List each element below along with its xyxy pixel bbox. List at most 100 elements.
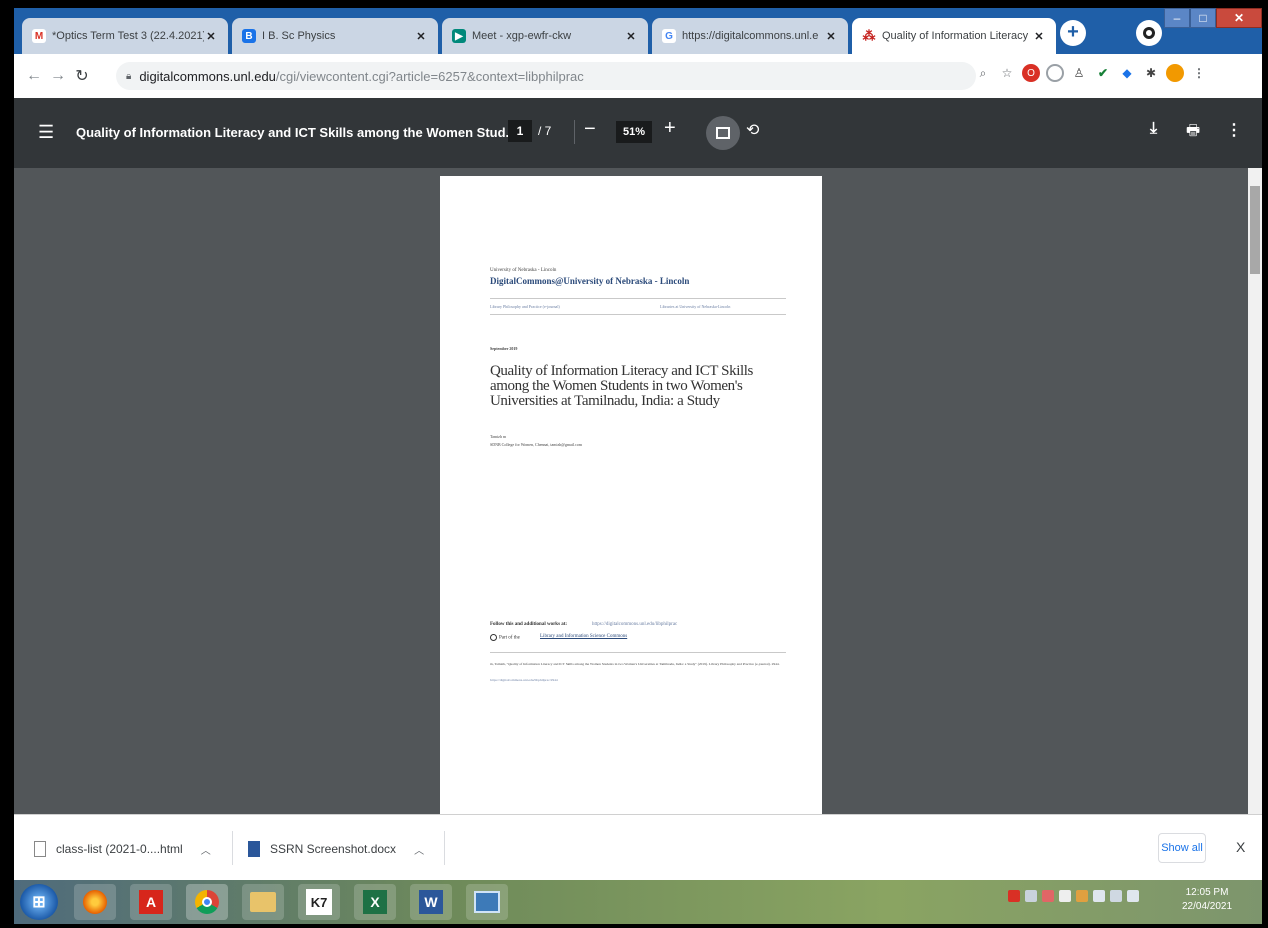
address-bar[interactable]: 🔒︎ digitalcommons.unl.edu/cgi/viewconten…: [116, 62, 976, 90]
tab-title: Quality of Information Literacy: [882, 30, 1029, 42]
author-affiliation: SDNB College for Women, Chennai, tamizh@…: [490, 442, 582, 447]
k7-tray-icon[interactable]: [1025, 890, 1037, 902]
scrollbar[interactable]: [1248, 168, 1262, 814]
window-close-button[interactable]: ✕: [1216, 8, 1262, 28]
zoom-icon[interactable]: ⌕: [974, 64, 992, 82]
divider: [444, 831, 445, 865]
folder-icon: [250, 892, 276, 912]
tab-active-pdf[interactable]: ⁂ Quality of Information Literacy ✕: [852, 18, 1056, 54]
fit-to-page-button[interactable]: [706, 116, 740, 150]
reload-icon[interactable]: ↻: [70, 66, 94, 86]
fit-page-icon: [716, 127, 730, 139]
profile-icon: [1143, 27, 1155, 39]
repository-name: DigitalCommons@University of Nebraska - …: [490, 276, 690, 286]
acrobat-button[interactable]: A: [130, 884, 172, 920]
download-item[interactable]: class-list (2021-0....html ︿: [34, 835, 211, 863]
divider: [232, 831, 233, 865]
file-icon: [34, 841, 46, 857]
back-arrow-icon[interactable]: ←: [22, 67, 46, 85]
circle-extension-icon[interactable]: [1046, 64, 1064, 82]
download-item[interactable]: SSRN Screenshot.docx ︿: [248, 835, 424, 863]
tab-classroom[interactable]: B I B. Sc Physics ✕: [232, 18, 438, 54]
snipping-tool-button[interactable]: [466, 884, 508, 920]
close-icon[interactable]: ✕: [414, 30, 428, 43]
check-extension-icon[interactable]: ✔: [1094, 64, 1112, 82]
chevron-up-icon[interactable]: ︿: [414, 842, 424, 857]
series-link[interactable]: Library Philosophy and Practice (e-journ…: [490, 304, 560, 309]
close-shelf-button[interactable]: X: [1236, 839, 1245, 855]
forward-arrow-icon[interactable]: →: [46, 67, 70, 85]
maximize-button[interactable]: □: [1190, 8, 1216, 28]
divider: [490, 314, 786, 315]
start-button[interactable]: ⊞: [20, 884, 58, 920]
opera-extension-icon[interactable]: O: [1022, 64, 1040, 82]
chrome-button[interactable]: [186, 884, 228, 920]
page-number-input[interactable]: 1: [508, 120, 532, 142]
zoom-out-button[interactable]: −: [584, 118, 596, 141]
profile-avatar[interactable]: [1136, 20, 1162, 46]
chevron-up-icon[interactable]: ︿: [201, 842, 211, 857]
toolbar-divider: [574, 120, 575, 144]
tab-title: *Optics Term Test 3 (22.4.2021): [52, 30, 204, 42]
shield-tray-icon[interactable]: [1042, 890, 1054, 902]
pen-tray-icon[interactable]: [1059, 890, 1071, 902]
browser-menu-icon[interactable]: ⋮: [1190, 64, 1208, 82]
more-options-icon[interactable]: ⋮: [1226, 120, 1242, 140]
tab-meet[interactable]: ▶ Meet - xgp-ewfr-ckw ✕: [442, 18, 648, 54]
hamburger-menu-icon[interactable]: ☰: [38, 122, 54, 143]
acrobat-icon: A: [139, 890, 163, 914]
word-icon: W: [419, 890, 443, 914]
follow-label: Follow this and additional works at:: [490, 622, 568, 627]
puzzle-extension-icon[interactable]: ✱: [1142, 64, 1160, 82]
print-icon[interactable]: 🖶︎: [1186, 120, 1200, 145]
libraries-link[interactable]: Libraries at University of Nebraska-Linc…: [660, 304, 730, 309]
follow-link[interactable]: https://digitalcommons.unl.edu/libphilpr…: [592, 622, 677, 627]
diamond-extension-icon[interactable]: ◆: [1118, 64, 1136, 82]
word-file-icon: [248, 841, 260, 857]
download-filename: SSRN Screenshot.docx: [270, 842, 397, 856]
rotate-icon[interactable]: ⟲: [746, 120, 759, 140]
tab-title: https://digitalcommons.unl.e: [682, 30, 819, 42]
commons-link[interactable]: Library and Information Science Commons: [540, 634, 627, 639]
gmail-icon: M: [32, 29, 46, 43]
browser-toolbar: ← → ↻ 🔒︎ digitalcommons.unl.edu/cgi/view…: [14, 54, 1262, 98]
chrome-icon: [195, 890, 219, 914]
close-icon[interactable]: ✕: [204, 30, 218, 43]
close-icon[interactable]: ✕: [624, 30, 638, 43]
person-extension-icon[interactable]: ♙: [1070, 64, 1088, 82]
clock-time: 12:05 PM: [1185, 887, 1229, 898]
show-all-button[interactable]: Show all: [1158, 833, 1206, 863]
volume-tray-icon[interactable]: [1127, 890, 1139, 902]
excel-button[interactable]: X: [354, 884, 396, 920]
excel-icon: X: [363, 890, 387, 914]
word-button[interactable]: W: [410, 884, 452, 920]
meet-icon: ▶: [452, 29, 466, 43]
tab-google[interactable]: G https://digitalcommons.unl.e ✕: [652, 18, 848, 54]
close-icon[interactable]: ✕: [1032, 30, 1046, 43]
minimize-button[interactable]: –: [1164, 8, 1190, 28]
firefox-button[interactable]: [74, 884, 116, 920]
download-icon[interactable]: ⤓: [1150, 120, 1157, 138]
k7-button[interactable]: K7: [298, 884, 340, 920]
antivirus-tray-icon[interactable]: [1008, 890, 1020, 902]
zoom-in-button[interactable]: +: [664, 117, 676, 140]
power-tray-icon[interactable]: [1110, 890, 1122, 902]
bepress-icon: ⁂: [862, 28, 876, 43]
tab-title: I B. Sc Physics: [262, 30, 336, 42]
explorer-button[interactable]: [242, 884, 284, 920]
divider: [490, 652, 786, 653]
new-tab-button[interactable]: +: [1060, 20, 1086, 46]
zoom-level-input[interactable]: 51%: [616, 121, 652, 143]
download-filename: class-list (2021-0....html: [56, 842, 183, 856]
flag-tray-icon[interactable]: [1076, 890, 1088, 902]
network-tray-icon[interactable]: [1093, 890, 1105, 902]
close-icon[interactable]: ✕: [824, 30, 838, 43]
bookmark-star-icon[interactable]: ☆: [998, 64, 1016, 82]
system-clock[interactable]: 12:05 PM 22/04/2021: [1182, 886, 1232, 914]
scrollbar-thumb[interactable]: [1250, 186, 1260, 274]
citation-url[interactable]: https://digitalcommons.unl.edu/libphilpr…: [490, 678, 558, 682]
tab-title: Meet - xgp-ewfr-ckw: [472, 30, 572, 42]
account-avatar-icon[interactable]: [1166, 64, 1184, 82]
tab-gmail[interactable]: M *Optics Term Test 3 (22.4.2021) ✕: [22, 18, 228, 54]
url-path: /cgi/viewcontent.cgi?article=6257&contex…: [275, 68, 584, 84]
